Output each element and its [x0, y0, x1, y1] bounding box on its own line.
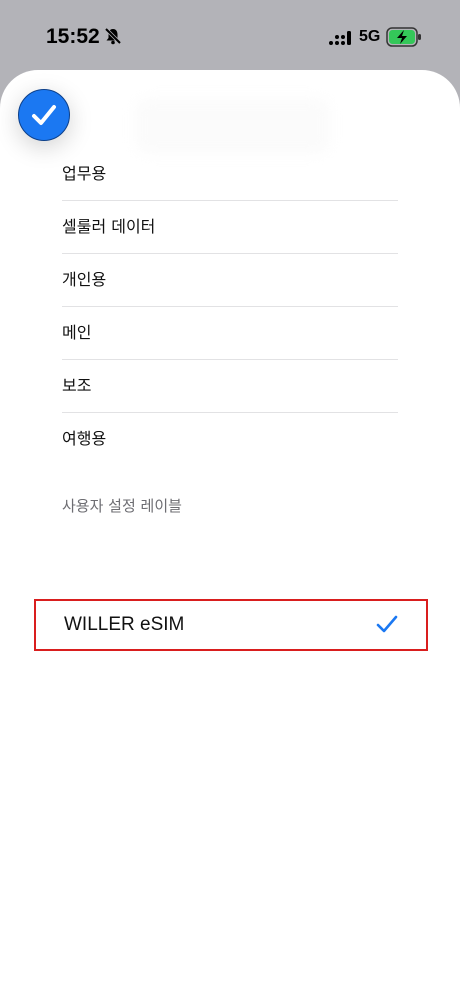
label-options-list: 업무용 셀룰러 데이터 개인용 메인 보조 여행용 [62, 148, 398, 465]
checkmark-icon [376, 615, 398, 637]
custom-label-text: WILLER eSIM [64, 614, 185, 635]
option-work[interactable]: 업무용 [62, 148, 398, 201]
option-secondary[interactable]: 보조 [62, 360, 398, 413]
blurred-title [135, 98, 330, 154]
option-cellular-data[interactable]: 셀룰러 데이터 [62, 201, 398, 254]
custom-label-row[interactable]: WILLER eSIM [34, 599, 428, 651]
option-primary[interactable]: 메인 [62, 307, 398, 360]
signal-icon [329, 30, 353, 50]
status-time: 15:52 [46, 25, 100, 48]
network-type: 5G [359, 28, 381, 45]
custom-label-header: 사용자 설정 레이블 [62, 497, 182, 515]
option-personal[interactable]: 개인용 [62, 254, 398, 307]
silent-bell-icon [104, 27, 122, 49]
checkmark-circle-icon [18, 89, 70, 141]
status-bar: 15:52 5G [0, 0, 460, 72]
option-travel[interactable]: 여행용 [62, 413, 398, 465]
battery-charging-icon [386, 27, 422, 51]
